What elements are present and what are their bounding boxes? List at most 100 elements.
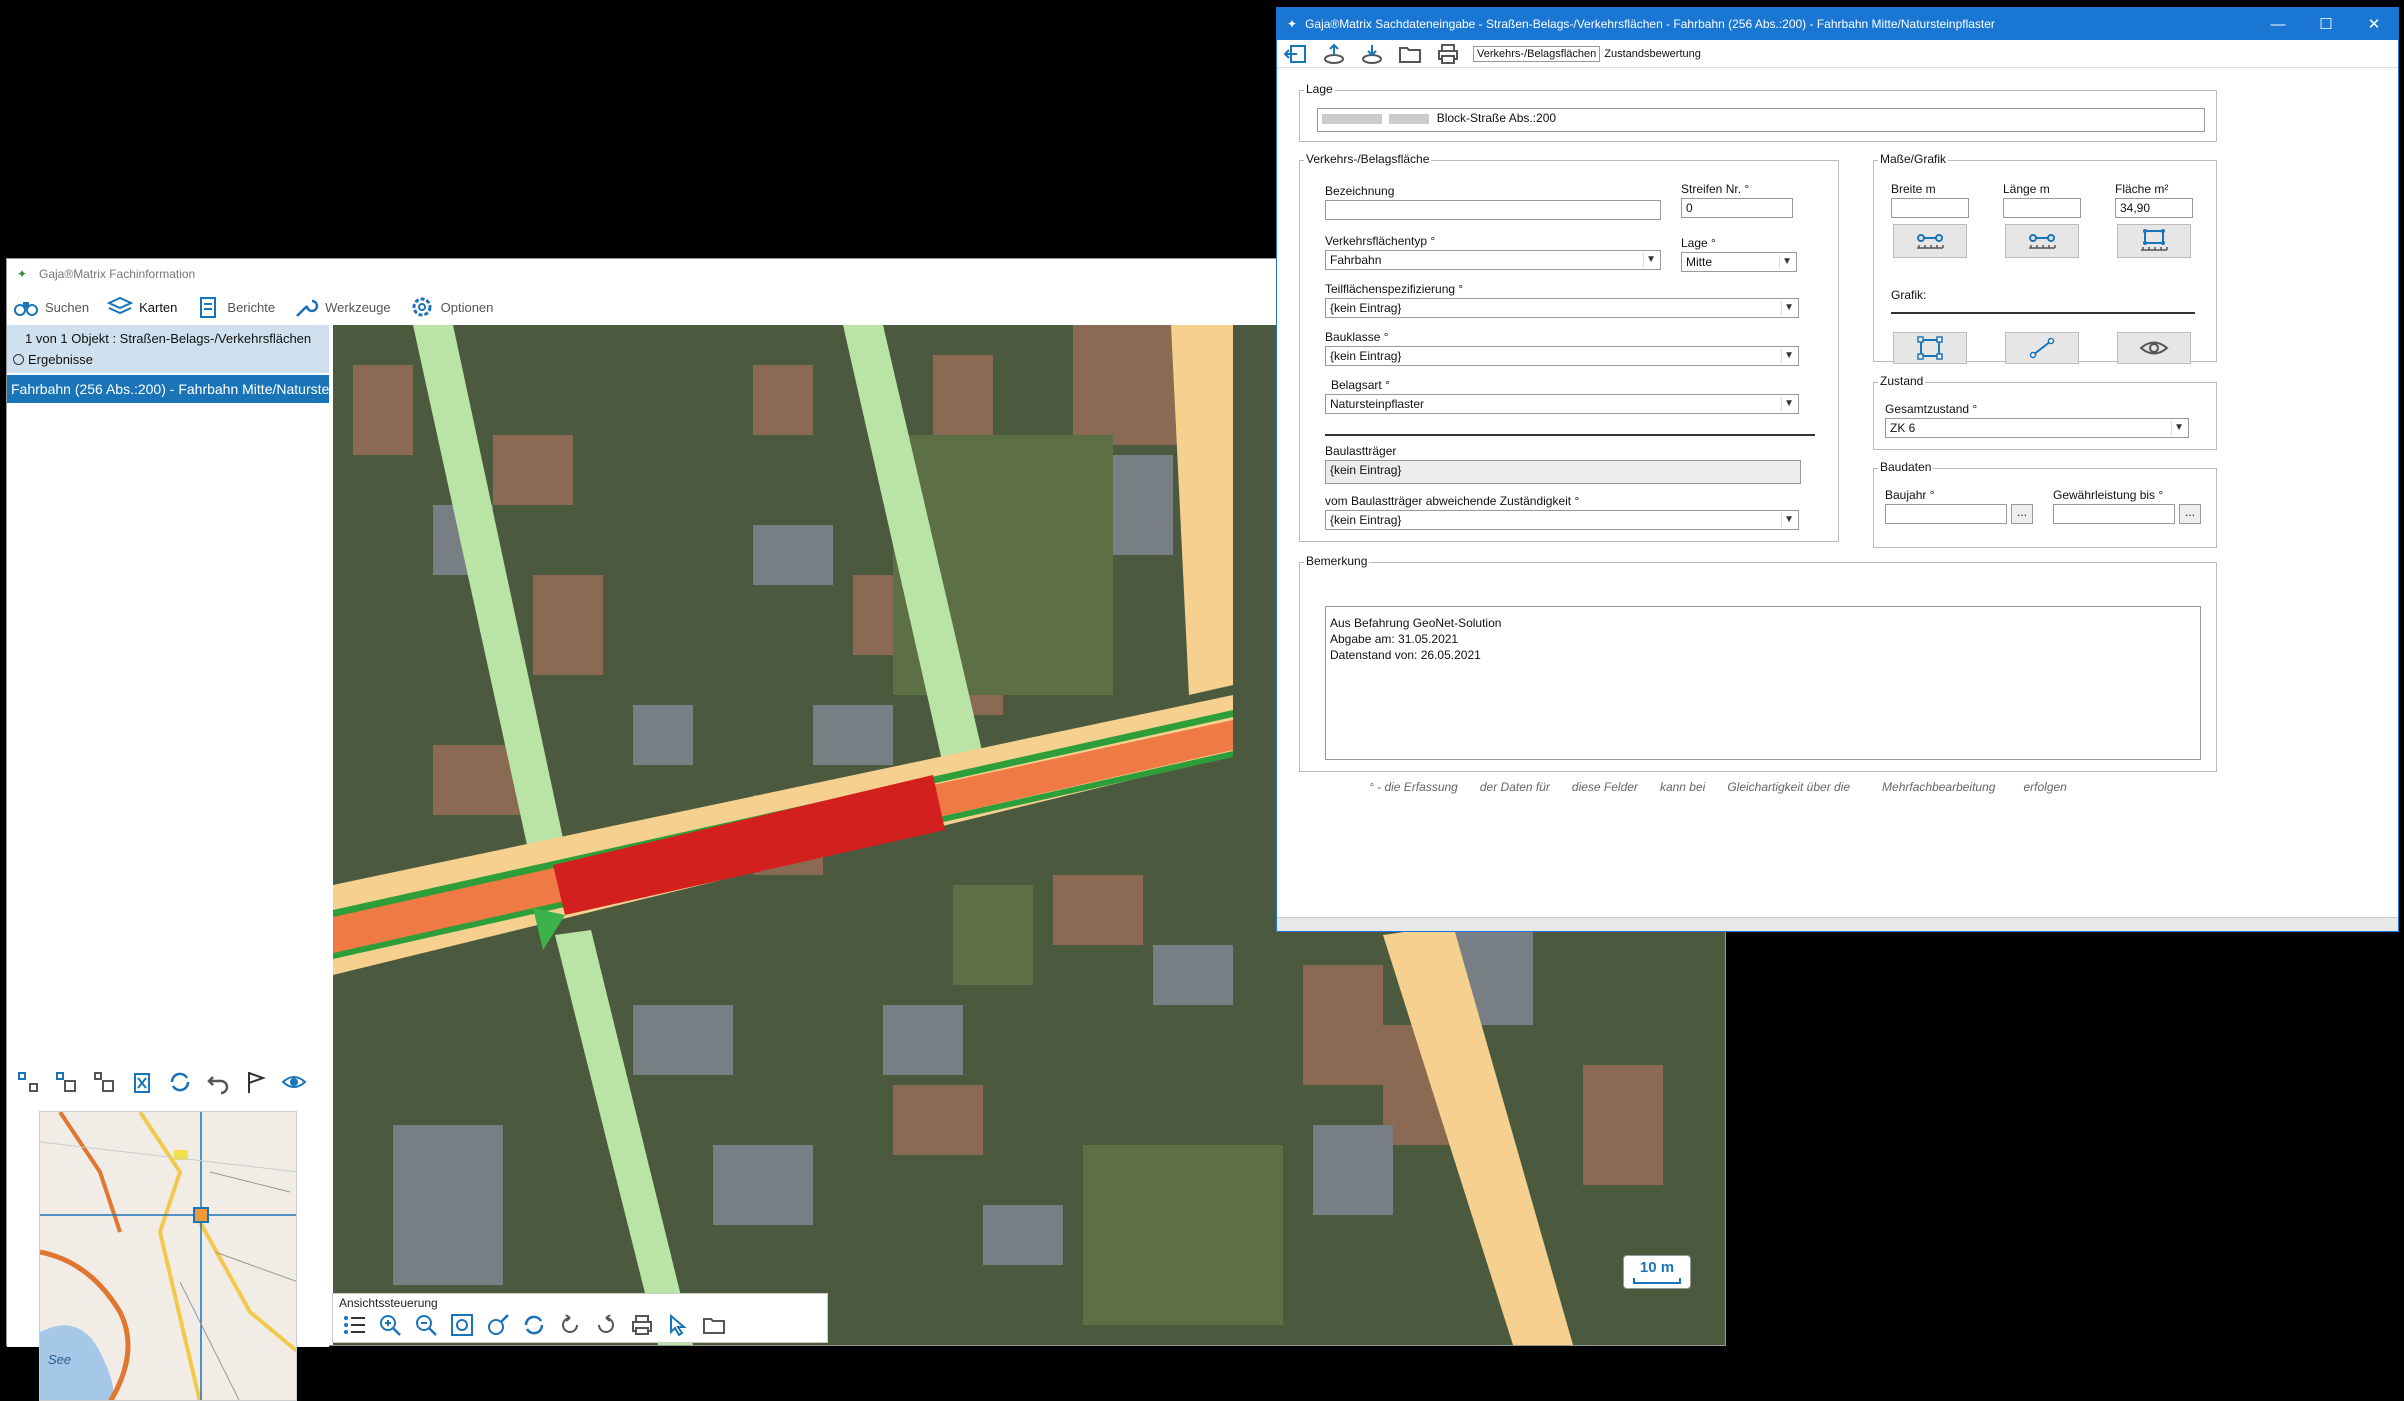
results-panel: 1 von 1 Objekt : Straßen-Belags-/Verkehr… (7, 325, 329, 1401)
maps-label: Karten (139, 299, 178, 315)
tab-verkehrsflaechen[interactable]: Verkehrs-/Belagsflächen (1473, 45, 1601, 62)
chevron-down-icon: ▼ (1784, 514, 1794, 525)
masse-group-title: Maße/Grafik (1878, 152, 1949, 166)
sachdaten-form: Lage Block-Straße Abs.:200 Verkehrs-/Bel… (1277, 68, 2398, 928)
belagsart-value: Natursteinpflaster (1330, 397, 1425, 411)
print-icon[interactable] (629, 1312, 655, 1338)
lage-select[interactable]: Mitte ▼ (1681, 252, 1797, 272)
teil-select[interactable]: {kein Eintrag} ▼ (1325, 298, 1799, 318)
zoom-extent-icon[interactable] (449, 1312, 475, 1338)
chevron-down-icon: ▼ (1784, 350, 1794, 361)
measure-area-button[interactable] (2117, 224, 2191, 258)
zustaendigkeit-select[interactable]: {kein Eintrag} ▼ (1325, 510, 1799, 530)
bezeichnung-label: Bezeichnung (1325, 184, 1395, 198)
belagsart-select[interactable]: Natursteinpflaster ▼ (1325, 394, 1799, 414)
bemerkung-line: Datenstand von: 26.05.2021 (1330, 648, 1481, 662)
lage-redacted (1322, 113, 1382, 124)
back-icon[interactable] (557, 1312, 583, 1338)
layers-icon (107, 296, 134, 315)
scale-bar (1633, 1278, 1681, 1284)
reports-label: Berichte (227, 299, 276, 315)
save-upload-icon[interactable] (1321, 43, 1347, 65)
gesamtzustand-select[interactable]: ZK 6 ▼ (1885, 418, 2189, 438)
zoom-object-icon[interactable] (485, 1312, 511, 1338)
results-header: 1 von 1 Objekt : Straßen-Belags-/Verkehr… (7, 325, 329, 350)
typ-value: Fahrbahn (1330, 253, 1382, 267)
streifen-input[interactable]: 0 (1681, 198, 1793, 218)
refresh-map-icon[interactable] (521, 1312, 547, 1338)
baulast-label: Baulastträger (1325, 444, 1397, 458)
show-graphic-button[interactable] (2117, 332, 2191, 364)
select-remove-icon[interactable] (91, 1069, 117, 1095)
folder-icon[interactable] (1397, 43, 1423, 65)
radio-icon (13, 354, 24, 365)
baujahr-picker-button[interactable]: ... (2011, 504, 2033, 524)
typ-select[interactable]: Fahrbahn ▼ (1325, 250, 1661, 270)
sachdaten-titlebar: ✦ Gaja®Matrix Sachdateneingabe - Straßen… (1277, 8, 2398, 40)
forward-icon[interactable] (593, 1312, 619, 1338)
zoom-out-icon[interactable] (413, 1312, 439, 1338)
typ-label: Verkehrsflächentyp ° (1325, 234, 1436, 248)
print-icon[interactable] (1435, 43, 1461, 65)
measure-width-button[interactable] (1893, 224, 1967, 258)
wrench-icon (296, 299, 319, 317)
gewaehrleistung-label: Gewährleistung bis ° (2053, 488, 2164, 502)
flag-icon[interactable] (243, 1069, 269, 1095)
exit-icon[interactable] (1283, 43, 1309, 65)
search-button[interactable]: Suchen (13, 294, 89, 320)
gewaehrleistung-input[interactable] (2053, 504, 2175, 524)
undo-icon[interactable] (205, 1069, 231, 1095)
eye-icon[interactable] (281, 1069, 307, 1095)
hint-word: der Daten für (1479, 780, 1550, 794)
baudaten-group-title: Baudaten (1878, 460, 1934, 474)
grafik-label: Grafik: (1891, 288, 1927, 302)
breite-input[interactable] (1891, 198, 1969, 218)
legend-icon[interactable] (341, 1312, 367, 1338)
refresh-icon[interactable] (167, 1069, 193, 1095)
zustaendigkeit-label: vom Baulastträger abweichende Zuständigk… (1325, 494, 1580, 508)
gesamtzustand-label: Gesamtzustand ° (1885, 402, 1978, 416)
select-icon[interactable] (15, 1069, 41, 1095)
map-scale: 10 m (1623, 1255, 1691, 1289)
lage-input[interactable]: Block-Straße Abs.:200 (1317, 108, 2205, 132)
overview-map[interactable]: See (39, 1111, 297, 1401)
maximize-icon[interactable]: ☐ (2302, 8, 2350, 40)
bemerkung-line: Abgabe am: 31.05.2021 (1330, 632, 1459, 646)
measure-length-button[interactable] (2005, 224, 2079, 258)
minimize-icon[interactable]: — (2254, 8, 2302, 40)
result-row-selected[interactable]: Fahrbahn (256 Abs.:200) - Fahrbahn Mitte… (7, 375, 329, 403)
flaeche-input[interactable]: 34,90 (2115, 198, 2193, 218)
zustaendigkeit-value: {kein Eintrag} (1330, 513, 1402, 527)
sachdaten-title: Gaja®Matrix Sachdateneingabe - Straßen-B… (1305, 17, 1995, 31)
info-pointer-icon[interactable] (665, 1312, 691, 1338)
results-group[interactable]: Ergebnisse (7, 350, 329, 373)
search-label: Suchen (45, 299, 90, 315)
maps-button[interactable]: Karten (107, 294, 177, 320)
load-download-icon[interactable] (1359, 43, 1385, 65)
hint-text: ° - die Erfassung der Daten für diese Fe… (1369, 780, 2089, 794)
chevron-down-icon: ▼ (1784, 302, 1794, 313)
delete-icon[interactable] (129, 1069, 155, 1095)
select-add-icon[interactable] (53, 1069, 79, 1095)
reports-button[interactable]: Berichte (195, 294, 275, 320)
sachdateneingabe-window: ✦ Gaja®Matrix Sachdateneingabe - Straßen… (1276, 7, 2399, 932)
tab-zustandsbewertung[interactable]: Zustandsbewertung (1600, 45, 1705, 62)
zustand-group-title: Zustand (1878, 374, 1926, 388)
window-title: Gaja®Matrix Fachinformation (39, 267, 196, 281)
draw-line-button[interactable] (2005, 332, 2079, 364)
bezeichnung-input[interactable] (1325, 200, 1661, 220)
options-button[interactable]: Optionen (409, 294, 493, 320)
lage-redacted-2 (1389, 113, 1430, 124)
laenge-input[interactable] (2003, 198, 2081, 218)
zoom-in-icon[interactable] (377, 1312, 403, 1338)
bemerkung-textarea[interactable]: Aus Befahrung GeoNet-Solution Abgabe am:… (1325, 606, 2201, 760)
measure-width-icon (1917, 234, 1944, 249)
tools-button[interactable]: Werkzeuge (293, 294, 391, 320)
baujahr-input[interactable] (1885, 504, 2007, 524)
gewaehrleistung-picker-button[interactable]: ... (2179, 504, 2201, 524)
close-icon[interactable]: ✕ (2350, 8, 2398, 40)
baujahr-label: Baujahr ° (1885, 488, 1935, 502)
folder-icon[interactable] (701, 1312, 727, 1338)
draw-polygon-button[interactable] (1893, 332, 1967, 364)
bauklasse-select[interactable]: {kein Eintrag} ▼ (1325, 346, 1799, 366)
